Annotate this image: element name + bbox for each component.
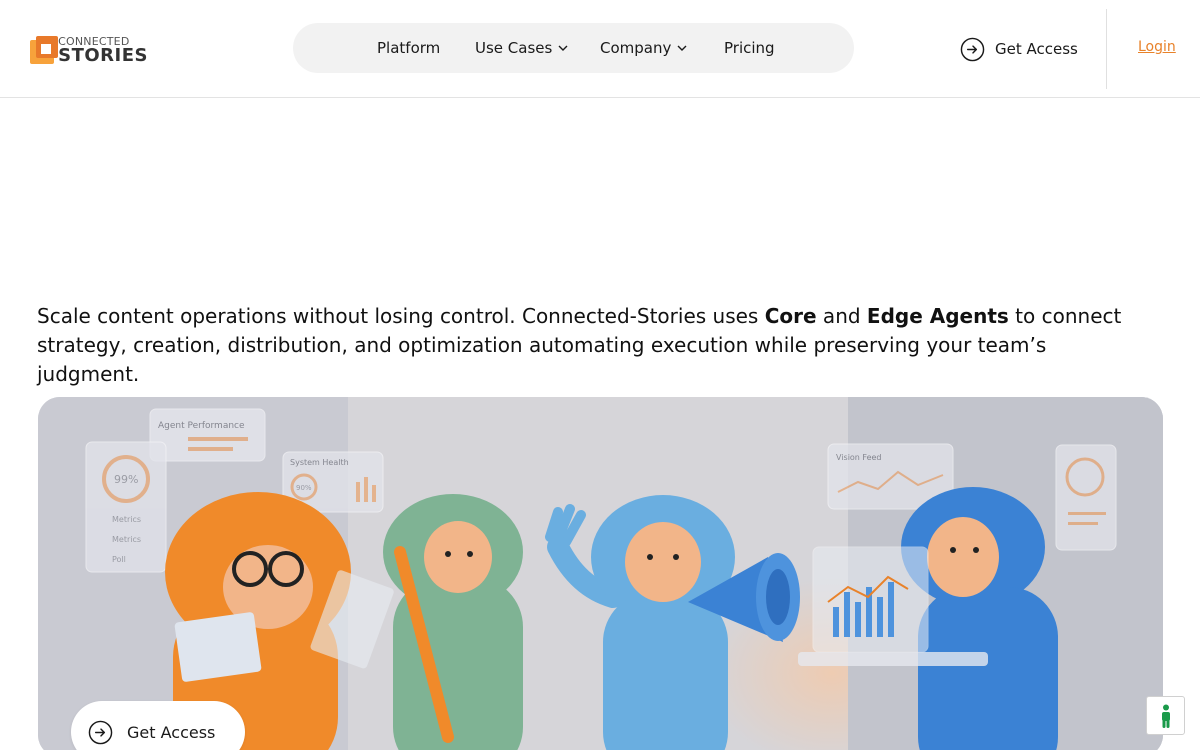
green-character bbox=[383, 494, 523, 750]
nav-item-company[interactable]: Company bbox=[600, 23, 687, 73]
panel-metrics: 99% Metrics Metrics Poll bbox=[85, 441, 167, 573]
accessibility-icon bbox=[1161, 704, 1170, 728]
panel-agent-performance-title: Agent Performance bbox=[158, 421, 245, 431]
site-header: CONNECTED STORIES Platform Use Cases Com… bbox=[0, 0, 1200, 98]
metric-label-3: Poll bbox=[112, 555, 126, 564]
brand-logo[interactable]: CONNECTED STORIES bbox=[30, 34, 148, 66]
nav-item-use-cases[interactable]: Use Cases bbox=[475, 23, 568, 73]
panel-profile bbox=[1055, 444, 1117, 551]
intro-text-1: Scale content operations without losing … bbox=[37, 304, 765, 328]
chevron-down-icon bbox=[558, 45, 568, 51]
gauge-value: 99% bbox=[114, 473, 138, 486]
hero-scene: Agent Performance 99% Metrics Metrics Po… bbox=[38, 397, 1163, 750]
intro-core: Core bbox=[764, 304, 817, 328]
logo-line2: STORIES bbox=[58, 44, 148, 66]
gauge-small-value: 90% bbox=[296, 484, 312, 492]
main-nav: Platform Use Cases Company Pricing bbox=[293, 23, 854, 73]
hero-illustration: Agent Performance 99% Metrics Metrics Po… bbox=[38, 397, 1163, 750]
logo-mark-icon bbox=[30, 36, 58, 64]
nav-item-label: Pricing bbox=[724, 39, 775, 57]
metric-label-1: Metrics bbox=[112, 515, 141, 524]
accessibility-button[interactable] bbox=[1146, 696, 1185, 735]
nav-item-label: Platform bbox=[377, 39, 441, 57]
panel-vision-feed-title: Vision Feed bbox=[836, 453, 882, 462]
get-access-header-button[interactable]: Get Access bbox=[960, 36, 1078, 62]
logo-text: CONNECTED STORIES bbox=[58, 36, 148, 65]
nav-item-label: Company bbox=[600, 39, 672, 57]
metric-label-2: Metrics bbox=[112, 535, 141, 544]
arrow-circle-right-icon bbox=[88, 720, 113, 744]
cta-label: Get Access bbox=[127, 722, 216, 742]
nav-item-platform[interactable]: Platform bbox=[377, 23, 440, 73]
panel-system-health-title: System Health bbox=[290, 458, 349, 467]
nav-item-pricing[interactable]: Pricing bbox=[724, 23, 775, 73]
header-divider bbox=[1106, 9, 1107, 89]
nav-item-label: Use Cases bbox=[475, 39, 553, 57]
panel-agent-performance: Agent Performance bbox=[149, 408, 266, 462]
intro-paragraph: Scale content operations without losing … bbox=[37, 302, 1137, 389]
intro-text-and: and bbox=[816, 304, 867, 328]
chevron-down-icon bbox=[677, 45, 687, 51]
intro-edge-agents: Edge Agents bbox=[866, 304, 1009, 328]
arrow-circle-right-icon bbox=[960, 37, 985, 61]
get-access-cta-button[interactable]: Get Access bbox=[71, 701, 245, 750]
get-access-label: Get Access bbox=[995, 40, 1078, 58]
login-link[interactable]: Login bbox=[1138, 39, 1176, 55]
